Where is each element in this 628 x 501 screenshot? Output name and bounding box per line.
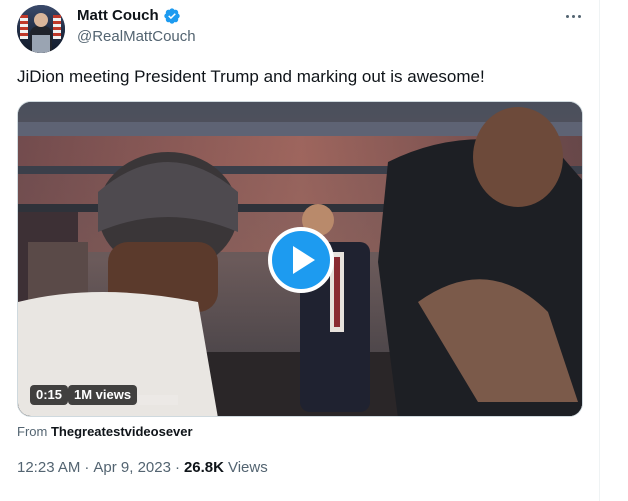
dot [577, 14, 581, 18]
video-source-prefix: From [17, 424, 51, 439]
video-duration-badge: 0:15 [30, 385, 69, 405]
video-source-account[interactable]: Thegreatestvideosever [51, 424, 193, 439]
meta-separator: · [174, 459, 180, 476]
avatar-flag-right [53, 15, 61, 39]
tweet-card[interactable]: Matt Couch @RealMattCouch JiDion meeting… [0, 0, 600, 501]
avatar-head [34, 13, 48, 27]
dot [571, 14, 575, 18]
avatar-podium [32, 35, 50, 53]
verified-badge-icon [163, 8, 180, 24]
dot [565, 14, 569, 18]
tweet-views-count: 26.8K [183, 459, 224, 476]
page-gutter [600, 0, 628, 501]
more-options-icon[interactable] [558, 4, 588, 28]
author-handle[interactable]: @RealMattCouch [77, 27, 196, 47]
author-name-row: Matt Couch [77, 6, 181, 26]
meta-separator: · [84, 459, 90, 476]
play-icon [293, 246, 315, 274]
tweet-meta: 12:23 AM · Apr 9, 2023 · 26.8K Views [17, 458, 268, 478]
tweet-text: JiDion meeting President Trump and marki… [17, 67, 485, 86]
video-player[interactable]: 0:15 1M views [17, 101, 583, 417]
video-views-badge: 1M views [68, 385, 138, 405]
video-source: From Thegreatestvideosever [17, 422, 193, 442]
author-display-name[interactable]: Matt Couch [77, 6, 159, 26]
tweet-views-label: Views [227, 459, 268, 476]
tweet-date[interactable]: Apr 9, 2023 [93, 458, 171, 478]
tweet-time[interactable]: 12:23 AM [17, 458, 80, 478]
avatar[interactable] [17, 5, 65, 53]
play-button[interactable] [268, 227, 334, 293]
avatar-flag-left [20, 15, 28, 39]
